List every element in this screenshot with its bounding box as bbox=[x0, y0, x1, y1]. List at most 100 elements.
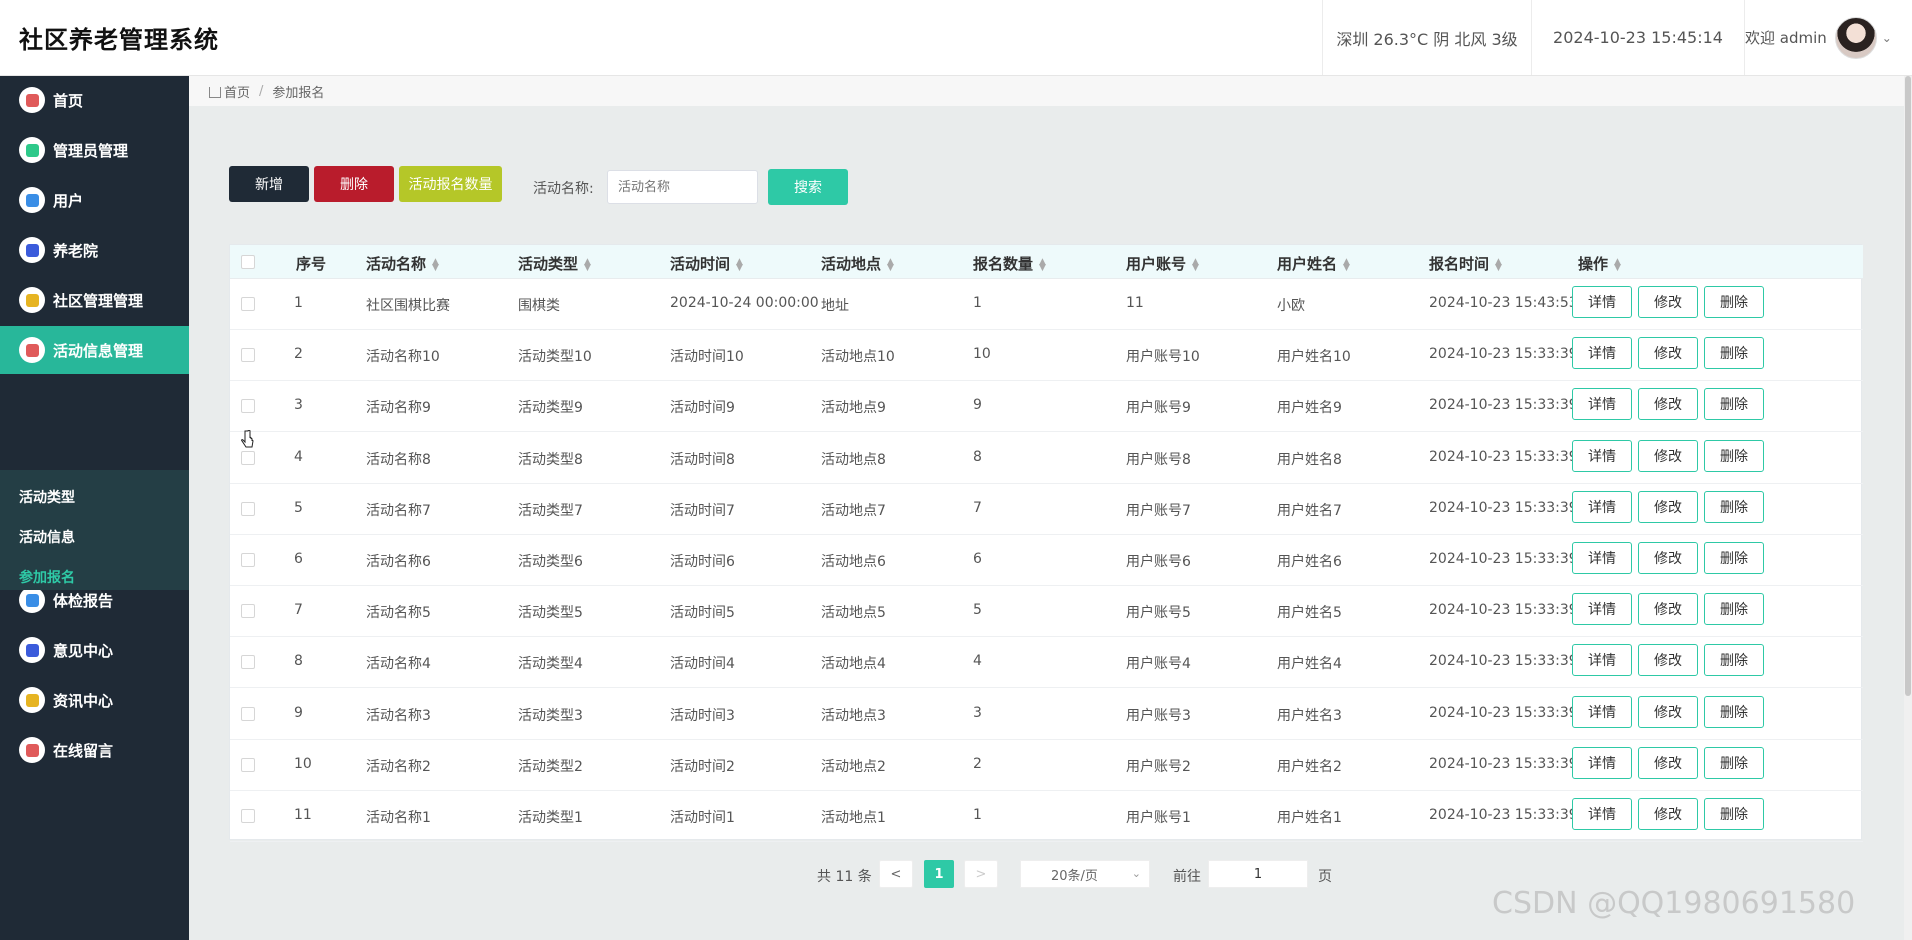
column-header-actions[interactable]: 操作 ▲ ▼ bbox=[1578, 253, 1621, 274]
prev-page-button[interactable]: < bbox=[879, 860, 913, 888]
sort-icon[interactable]: ▲ ▼ bbox=[1495, 257, 1502, 272]
delete-row-button[interactable]: 删除 bbox=[1704, 542, 1764, 574]
sort-icon[interactable]: ▲ ▼ bbox=[1343, 257, 1350, 272]
breadcrumb: 首页 / 参加报名 bbox=[189, 76, 1912, 106]
delete-button[interactable]: 删除 bbox=[314, 166, 394, 202]
detail-button[interactable]: 详情 bbox=[1572, 695, 1632, 728]
delete-row-button[interactable]: 删除 bbox=[1704, 695, 1764, 728]
row-checkbox[interactable] bbox=[241, 706, 255, 721]
detail-button[interactable]: 详情 bbox=[1572, 644, 1632, 677]
edit-button[interactable]: 修改 bbox=[1638, 798, 1698, 830]
submenu-item-signup[interactable]: 参加报名 bbox=[19, 567, 75, 587]
edit-button[interactable]: 修改 bbox=[1638, 695, 1698, 728]
sort-icon[interactable]: ▲ ▼ bbox=[736, 257, 743, 272]
goto-page-input[interactable]: 1 bbox=[1208, 860, 1308, 888]
sidebar-item-user[interactable]: 用户 bbox=[0, 176, 189, 224]
edit-button[interactable]: 修改 bbox=[1638, 490, 1698, 523]
edit-button[interactable]: 修改 bbox=[1638, 439, 1698, 472]
delete-row-button[interactable]: 删除 bbox=[1704, 286, 1764, 318]
sort-icon[interactable]: ▲ ▼ bbox=[887, 257, 894, 272]
detail-button[interactable]: 详情 bbox=[1572, 746, 1632, 779]
column-header-user-name[interactable]: 用户姓名 ▲ ▼ bbox=[1277, 253, 1350, 274]
submenu-item-activity-type[interactable]: 活动类型 bbox=[19, 487, 75, 507]
delete-row-button[interactable]: 删除 bbox=[1704, 593, 1764, 626]
edit-button[interactable]: 修改 bbox=[1638, 593, 1698, 626]
sort-icon[interactable]: ▲ ▼ bbox=[1039, 257, 1046, 272]
detail-button[interactable]: 详情 bbox=[1572, 490, 1632, 523]
signup-count-button[interactable]: 活动报名数量 bbox=[399, 166, 502, 202]
delete-row-button[interactable]: 删除 bbox=[1704, 388, 1764, 421]
edit-button[interactable]: 修改 bbox=[1638, 542, 1698, 574]
column-header-activity-location[interactable]: 活动地点 ▲ ▼ bbox=[821, 253, 894, 274]
edit-button[interactable]: 修改 bbox=[1638, 388, 1698, 421]
cell-activity-name: 活动名称7 bbox=[366, 502, 431, 519]
column-header-signup-count[interactable]: 报名数量 ▲ ▼ bbox=[973, 253, 1046, 274]
cell-index: 11 bbox=[294, 807, 312, 823]
column-header-user-account[interactable]: 用户账号 ▲ ▼ bbox=[1126, 253, 1199, 274]
sidebar-item-admin[interactable]: 管理员管理 bbox=[0, 126, 189, 174]
search-button[interactable]: 搜索 bbox=[768, 169, 848, 205]
sidebar-item-feedback[interactable]: 意见中心 bbox=[0, 626, 189, 674]
page-scrollbar[interactable] bbox=[1904, 76, 1912, 940]
cell-activity-time: 活动时间3 bbox=[670, 707, 735, 724]
submenu-item-activity-info[interactable]: 活动信息 bbox=[19, 527, 75, 547]
sidebar-item-activity[interactable]: 活动信息管理 bbox=[0, 326, 189, 374]
row-checkbox[interactable] bbox=[241, 501, 255, 516]
edit-button[interactable]: 修改 bbox=[1638, 286, 1698, 318]
detail-button[interactable]: 详情 bbox=[1572, 439, 1632, 472]
sort-icon[interactable]: ▲ ▼ bbox=[584, 257, 591, 272]
delete-row-button[interactable]: 删除 bbox=[1704, 746, 1764, 779]
column-header-signup-time[interactable]: 报名时间 ▲ ▼ bbox=[1429, 253, 1502, 274]
detail-button[interactable]: 详情 bbox=[1572, 798, 1632, 830]
table-row: 11 活动名称1 活动类型1 活动时间1 活动地点1 1 用户账号1 用户姓名1 2024-10… bbox=[230, 791, 1863, 842]
activity-name-search-input[interactable] bbox=[607, 170, 758, 204]
sidebar-item-label: 意见中心 bbox=[53, 641, 114, 660]
sidebar-item-community[interactable]: 社区管理管理 bbox=[0, 276, 189, 324]
detail-button[interactable]: 详情 bbox=[1572, 593, 1632, 626]
column-header-activity-type[interactable]: 活动类型 ▲ ▼ bbox=[518, 253, 591, 274]
column-header-activity-name[interactable]: 活动名称 ▲ ▼ bbox=[366, 253, 439, 274]
scrollbar-thumb[interactable] bbox=[1905, 76, 1911, 696]
next-page-button[interactable]: > bbox=[964, 860, 998, 888]
breadcrumb-home[interactable]: 首页 bbox=[224, 82, 250, 101]
add-button[interactable]: 新增 bbox=[229, 166, 309, 202]
row-checkbox[interactable] bbox=[241, 655, 255, 670]
sidebar-item-nursing-home[interactable]: 养老院 bbox=[0, 226, 189, 274]
page-1-button[interactable]: 1 bbox=[924, 860, 954, 888]
user-menu[interactable]: 欢迎 admin ⌄ bbox=[1744, 0, 1912, 75]
activity-icon-glyph bbox=[25, 343, 39, 357]
sort-icon[interactable]: ▲ ▼ bbox=[432, 257, 439, 272]
row-checkbox[interactable] bbox=[241, 348, 255, 363]
detail-button[interactable]: 详情 bbox=[1572, 542, 1632, 574]
row-checkbox[interactable] bbox=[241, 757, 255, 772]
edit-button[interactable]: 修改 bbox=[1638, 746, 1698, 779]
row-checkbox[interactable] bbox=[241, 399, 255, 414]
avatar[interactable] bbox=[1834, 16, 1877, 59]
row-checkbox[interactable] bbox=[241, 809, 255, 823]
chevron-down-icon[interactable]: ⌄ bbox=[1882, 31, 1892, 45]
sidebar-item-home[interactable]: 首页 bbox=[0, 76, 189, 124]
sort-icon[interactable]: ▲ ▼ bbox=[1192, 257, 1199, 272]
page-size-select[interactable]: 20条/页 ⌄ bbox=[1020, 860, 1150, 888]
delete-row-button[interactable]: 删除 bbox=[1704, 798, 1764, 830]
detail-button[interactable]: 详情 bbox=[1572, 286, 1632, 318]
detail-button[interactable]: 详情 bbox=[1572, 337, 1632, 370]
row-checkbox[interactable] bbox=[241, 450, 255, 465]
sidebar-item-news[interactable]: 资讯中心 bbox=[0, 676, 189, 724]
sort-icon[interactable]: ▲ ▼ bbox=[1614, 257, 1621, 272]
select-all-checkbox[interactable] bbox=[241, 255, 255, 269]
row-checkbox[interactable] bbox=[241, 297, 255, 311]
detail-button[interactable]: 详情 bbox=[1572, 388, 1632, 421]
delete-row-button[interactable]: 删除 bbox=[1704, 644, 1764, 677]
row-checkbox[interactable] bbox=[241, 604, 255, 619]
delete-row-button[interactable]: 删除 bbox=[1704, 337, 1764, 370]
cell-user-name: 用户姓名6 bbox=[1277, 554, 1342, 570]
delete-row-button[interactable]: 删除 bbox=[1704, 439, 1764, 472]
edit-button[interactable]: 修改 bbox=[1638, 644, 1698, 677]
sidebar-item-message[interactable]: 在线留言 bbox=[0, 726, 189, 774]
cell-signup-count: 4 bbox=[973, 653, 982, 670]
row-checkbox[interactable] bbox=[241, 553, 255, 567]
column-header-activity-time[interactable]: 活动时间 ▲ ▼ bbox=[670, 253, 743, 274]
edit-button[interactable]: 修改 bbox=[1638, 337, 1698, 370]
delete-row-button[interactable]: 删除 bbox=[1704, 490, 1764, 523]
